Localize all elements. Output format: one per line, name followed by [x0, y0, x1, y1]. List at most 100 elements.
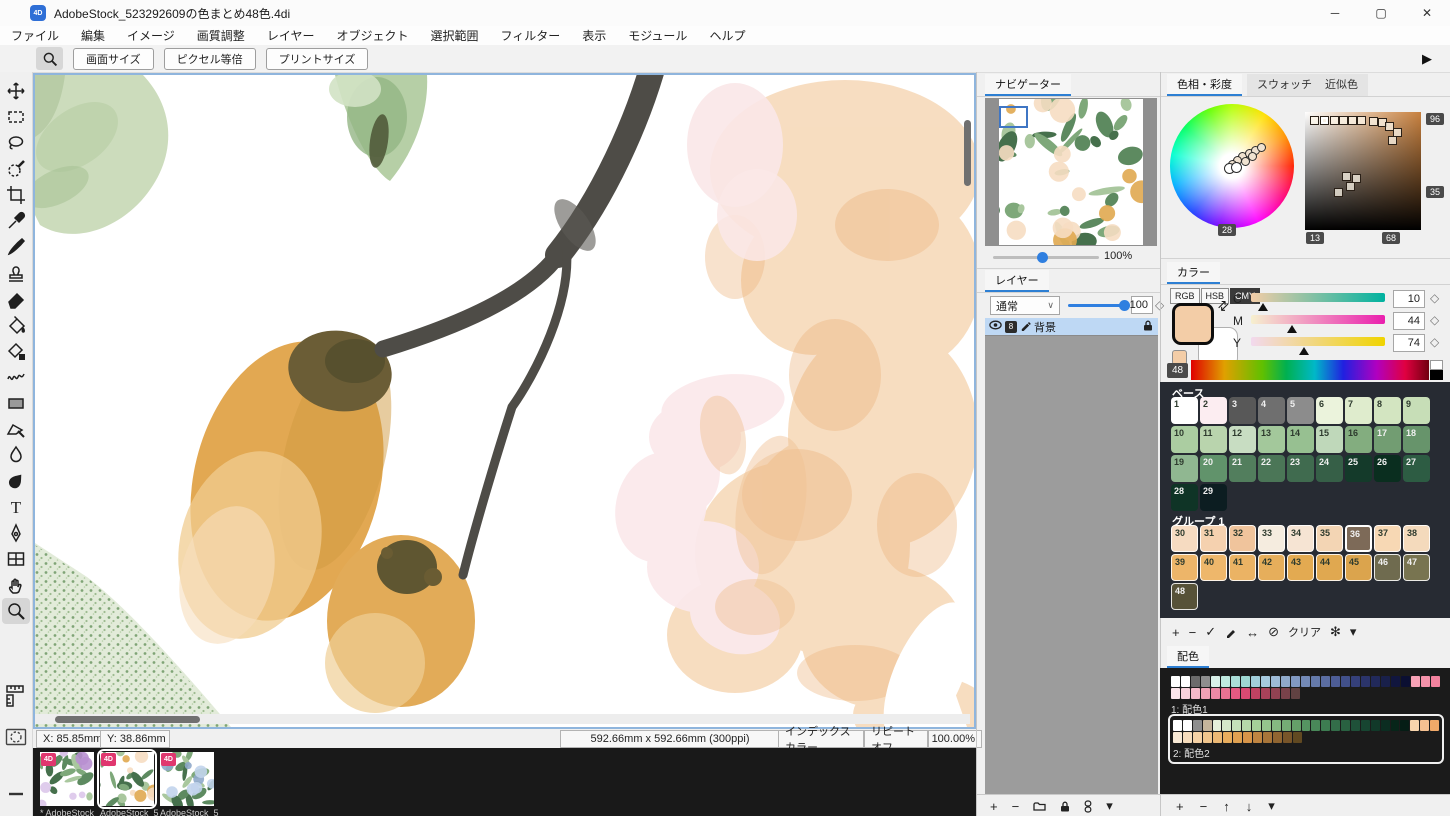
channel-spinner-M[interactable]: ◇ [1430, 313, 1439, 327]
scheme-chip[interactable] [1242, 720, 1251, 731]
swatch-41[interactable]: 41 [1229, 554, 1256, 581]
swatches-button-5[interactable]: ⊘ [1268, 624, 1279, 640]
schemes-button-4[interactable]: ▾ [1268, 798, 1275, 814]
tab-similar-colors[interactable]: 近似色 [1315, 74, 1368, 96]
swatch-39[interactable]: 39 [1171, 554, 1198, 581]
scheme-chip[interactable] [1221, 688, 1230, 699]
channel-marker-C[interactable] [1258, 303, 1268, 311]
scheme-chip[interactable] [1331, 676, 1340, 687]
file-thumbnail-1[interactable]: 4D [100, 752, 154, 806]
tab-schemes[interactable]: 配色 [1167, 646, 1209, 668]
rect-select-tool[interactable] [2, 104, 30, 130]
channel-marker-M[interactable] [1287, 325, 1297, 333]
tab-color[interactable]: カラー [1167, 262, 1220, 284]
rectangle-tool[interactable] [2, 390, 30, 416]
menu-item-2[interactable]: イメージ [116, 27, 186, 44]
navigator-view-rect[interactable] [999, 106, 1028, 128]
swatch-33[interactable]: 33 [1258, 525, 1285, 552]
scheme-chip[interactable] [1391, 720, 1400, 731]
scheme-chip[interactable] [1381, 676, 1390, 687]
schemes-button-3[interactable]: ↓ [1246, 799, 1253, 814]
text-tool[interactable]: T [2, 494, 30, 520]
scheme-chip[interactable] [1361, 676, 1370, 687]
crop-tool[interactable] [2, 182, 30, 208]
menu-item-5[interactable]: オブジェクト [325, 27, 419, 44]
scheme-chip[interactable] [1283, 732, 1292, 743]
brush-tool[interactable] [2, 234, 30, 260]
swatch-17[interactable]: 17 [1374, 426, 1401, 453]
file-thumbnail-0[interactable]: 4D [40, 752, 94, 806]
swatches-button-6[interactable]: クリア [1288, 624, 1321, 640]
swatches-button-1[interactable]: − [1189, 625, 1197, 640]
wheel-color-marker[interactable] [1231, 162, 1242, 173]
scheme-chip[interactable] [1293, 732, 1302, 743]
swatch-23[interactable]: 23 [1287, 455, 1314, 482]
layer-opacity-value[interactable]: 100 [1131, 296, 1153, 314]
scheme-chip[interactable] [1431, 676, 1440, 687]
scheme-chip[interactable] [1261, 676, 1270, 687]
saturation-brightness-box[interactable] [1305, 112, 1421, 230]
toolbar-button-2[interactable]: プリントサイズ [266, 48, 369, 70]
scheme-chip[interactable] [1253, 732, 1262, 743]
scheme-chip[interactable] [1252, 720, 1261, 731]
scheme-chip[interactable] [1351, 676, 1360, 687]
scheme-chip[interactable] [1241, 688, 1250, 699]
layer-row-background[interactable]: 8 背景 [985, 318, 1158, 335]
swatch-38[interactable]: 38 [1403, 525, 1430, 552]
menu-item-1[interactable]: 編集 [70, 27, 116, 44]
channel-value-Y[interactable]: 74 [1393, 334, 1425, 352]
pen-tool[interactable] [2, 520, 30, 546]
menu-item-6[interactable]: 選択範囲 [419, 27, 489, 44]
swatch-10[interactable]: 10 [1171, 426, 1198, 453]
select-brush-tool[interactable] [2, 156, 30, 182]
select-options-icon[interactable] [5, 728, 27, 751]
tab-swatches[interactable]: スウォッチ [1247, 74, 1322, 96]
scheme-chip[interactable] [1263, 732, 1272, 743]
layers-link-icon[interactable] [1084, 800, 1092, 813]
scheme-chip[interactable] [1191, 676, 1200, 687]
blend-mode-select[interactable]: 通常 ∨ [990, 296, 1060, 315]
menu-item-7[interactable]: フィルター [489, 27, 571, 44]
layers-button-5[interactable]: ▾ [1106, 798, 1113, 814]
schemes-button-1[interactable]: − [1200, 799, 1208, 814]
scheme-chip[interactable] [1271, 688, 1280, 699]
scheme-chip[interactable] [1222, 720, 1231, 731]
swatch-21[interactable]: 21 [1229, 455, 1256, 482]
layers-folder-icon[interactable] [1033, 802, 1046, 811]
smudge-tool[interactable] [2, 468, 30, 494]
swatches-button-8[interactable]: ▾ [1350, 624, 1357, 640]
scheme-chip[interactable] [1291, 688, 1300, 699]
menu-item-8[interactable]: 表示 [571, 27, 617, 44]
swatches-pencil-icon[interactable] [1225, 626, 1237, 638]
swatch-30[interactable]: 30 [1171, 525, 1198, 552]
layers-lock-icon[interactable] [1060, 801, 1070, 812]
scheme-chip[interactable] [1203, 732, 1212, 743]
scheme-chip[interactable] [1231, 688, 1240, 699]
channel-slider-M[interactable] [1251, 315, 1385, 324]
sat-color-marker[interactable] [1369, 117, 1378, 126]
scheme-chip[interactable] [1261, 688, 1270, 699]
layers-button-1[interactable]: − [1012, 799, 1020, 814]
scheme-chip[interactable] [1420, 720, 1429, 731]
scheme-chip[interactable] [1272, 720, 1281, 731]
scheme-chip[interactable] [1201, 676, 1210, 687]
channel-slider-Y[interactable] [1251, 337, 1385, 346]
menu-item-10[interactable]: ヘルプ [698, 27, 756, 44]
scheme-item-2[interactable]: 2: 配色2 [1168, 714, 1444, 764]
minimize-button[interactable]: ─ [1312, 0, 1358, 26]
menu-item-4[interactable]: レイヤー [256, 27, 326, 44]
scheme-chip[interactable] [1291, 676, 1300, 687]
scheme-chip[interactable] [1243, 732, 1252, 743]
scheme-chip[interactable] [1421, 676, 1430, 687]
channel-slider-C[interactable] [1251, 293, 1385, 302]
swatch-15[interactable]: 15 [1316, 426, 1343, 453]
scheme-chip[interactable] [1171, 676, 1180, 687]
layers-list-empty-area[interactable] [985, 335, 1158, 795]
swatch-42[interactable]: 42 [1258, 554, 1285, 581]
layer-opacity-handle[interactable] [1119, 300, 1130, 311]
toolbar-button-1[interactable]: ピクセル等倍 [164, 48, 256, 70]
scheme-chip[interactable] [1173, 732, 1182, 743]
h-scrollbar-thumb[interactable] [55, 716, 200, 723]
swatch-8[interactable]: 8 [1374, 397, 1401, 424]
scheme-chip[interactable] [1281, 688, 1290, 699]
